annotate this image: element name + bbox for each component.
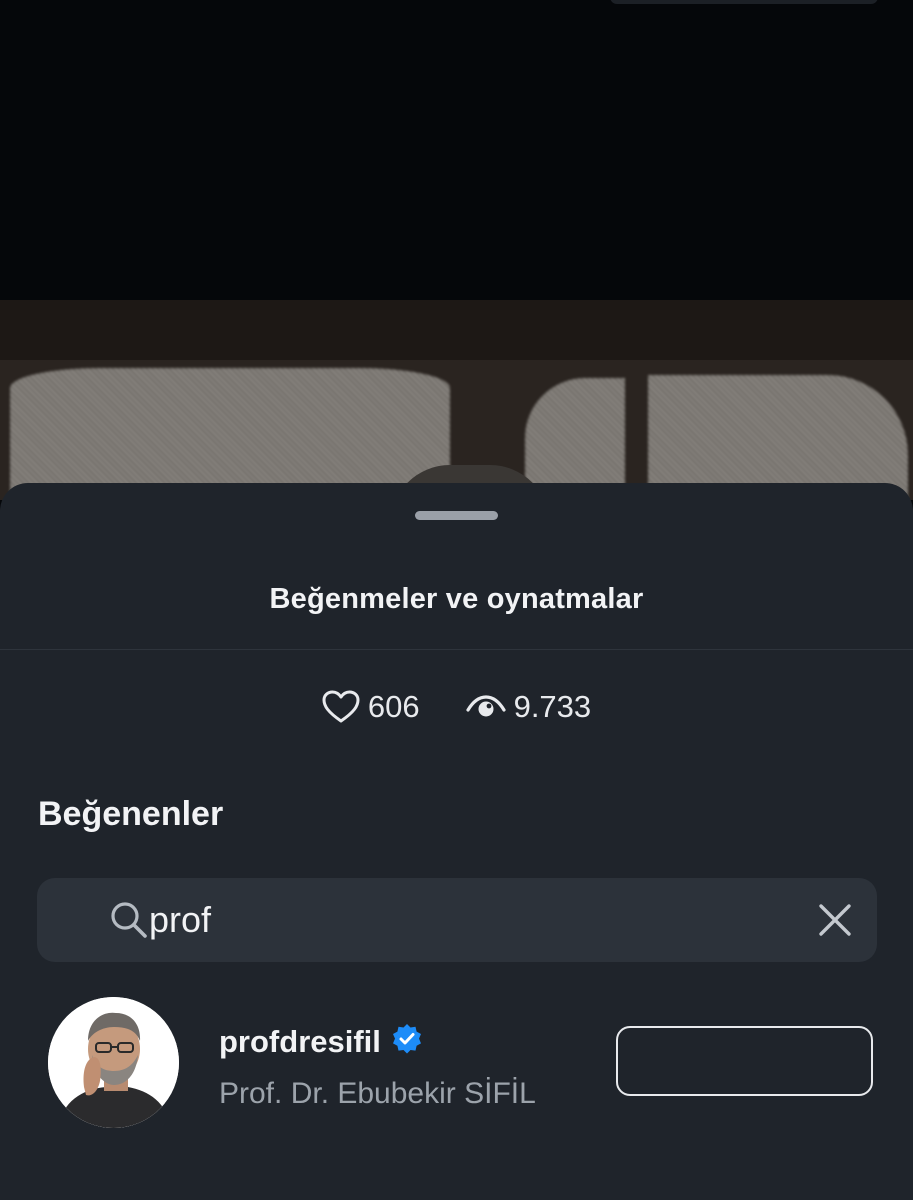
close-icon[interactable]: [817, 902, 853, 943]
eye-icon: [465, 692, 506, 722]
media-frame-top: [0, 300, 913, 360]
username-line: profdresifil: [219, 1023, 423, 1060]
likers-section-title: Beğenenler: [38, 795, 224, 833]
heart-icon: [322, 690, 360, 724]
search-input[interactable]: [149, 896, 769, 944]
verified-badge-icon: [391, 1023, 423, 1060]
sheet-drag-handle[interactable]: [415, 511, 498, 520]
views-count: 9.733: [513, 689, 592, 724]
top-pill: [610, 0, 878, 4]
likers-search-bar[interactable]: [37, 878, 877, 962]
likes-and-plays-sheet: Beğenmeler ve oynatmalar 606 9.733 Beğen…: [0, 483, 913, 1200]
list-item[interactable]: profdresifil Prof. Dr. Ebubekir SİFİL: [0, 993, 913, 1133]
sheet-divider: [0, 649, 913, 650]
media-window-left: [10, 368, 450, 500]
follow-button[interactable]: [616, 1026, 873, 1096]
avatar[interactable]: [48, 997, 179, 1128]
username[interactable]: profdresifil: [219, 1024, 381, 1060]
likes-stat: 606: [322, 689, 420, 725]
views-stat: 9.733: [465, 689, 592, 725]
full-name: Prof. Dr. Ebubekir SİFİL: [219, 1077, 536, 1110]
likes-count: 606: [367, 689, 420, 724]
media-window-middle: [525, 378, 625, 500]
stats-row: 606 9.733: [0, 683, 913, 731]
media-window-right: [648, 375, 908, 500]
search-icon: [109, 900, 149, 945]
sheet-title: Beğenmeler ve oynatmalar: [269, 583, 644, 615]
screen: Beğenmeler ve oynatmalar 606 9.733 Beğen…: [0, 0, 913, 1200]
background-media-preview: [0, 300, 913, 500]
